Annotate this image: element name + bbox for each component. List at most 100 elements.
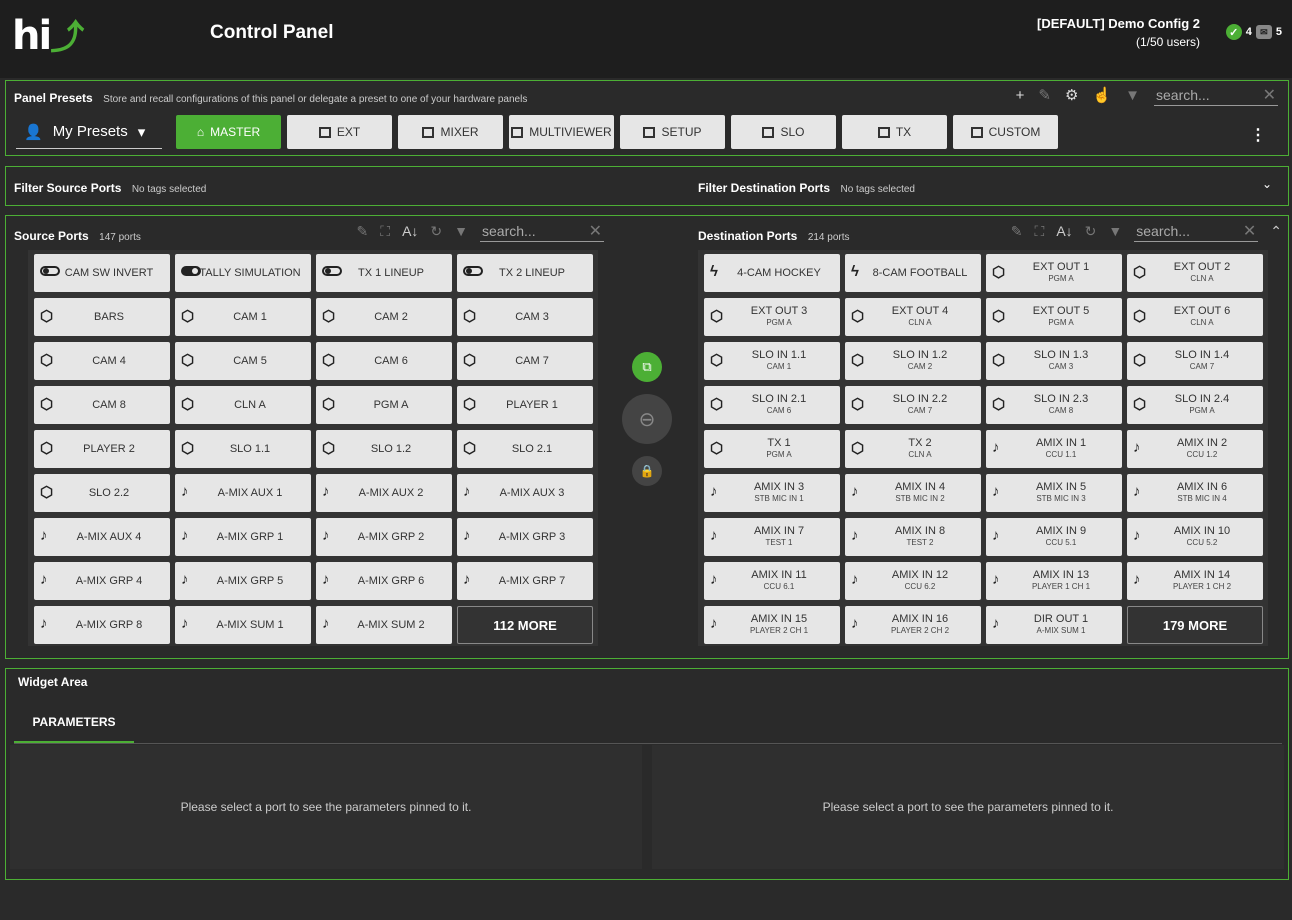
port-tile[interactable]: ⬡ SLO IN 2.1 CAM 6 [704,386,840,424]
port-tile[interactable]: ♪ A-MIX GRP 1 [175,518,311,556]
port-tile[interactable]: ⬡ EXT OUT 6 CLN A [1127,298,1263,336]
port-tile[interactable]: ϟ 8-CAM FOOTBALL [845,254,981,292]
refresh-icon[interactable]: ↻ [430,223,442,240]
port-tile[interactable]: ⬡ CAM 4 [34,342,170,380]
filter-source[interactable]: Filter Source Ports No tags selected [14,179,206,197]
port-tile[interactable]: ⬡ CAM 7 [457,342,593,380]
port-tile[interactable]: ⬡ BARS [34,298,170,336]
sort-az-icon[interactable]: A↓ [402,223,418,239]
port-tile[interactable]: ♪ AMIX IN 15 PLAYER 2 CH 1 [704,606,840,644]
port-tile[interactable]: ♪ AMIX IN 9 CCU 5.1 [986,518,1122,556]
filter-icon[interactable]: ▼ [454,223,468,239]
filter-destination[interactable]: Filter Destination Ports No tags selecte… [698,179,915,197]
port-tile[interactable]: ♪ A-MIX GRP 8 [34,606,170,644]
more-ports-button[interactable]: 179 MORE [1127,606,1263,644]
port-tile[interactable]: ⬡ TX 2 CLN A [845,430,981,468]
port-tile[interactable]: ϟ 4-CAM HOCKEY [704,254,840,292]
port-tile[interactable]: ⬡ SLO 2.1 [457,430,593,468]
port-tile[interactable]: ♪ A-MIX GRP 4 [34,562,170,600]
preset-master-button[interactable]: ⌂ MASTER [176,115,281,149]
preset-multiviewer-button[interactable]: MULTIVIEWER [509,115,614,149]
port-tile[interactable]: ⬡ SLO IN 2.3 CAM 8 [986,386,1122,424]
port-tile[interactable]: ♪ A-MIX GRP 2 [316,518,452,556]
preset-tx-button[interactable]: TX [842,115,947,149]
port-tile[interactable]: ⬡ SLO IN 1.2 CAM 2 [845,342,981,380]
port-tile[interactable]: ♪ A-MIX AUX 2 [316,474,452,512]
presets-search-input[interactable]: search... ✕ [1154,84,1278,106]
more-ports-button[interactable]: 112 MORE [457,606,593,644]
port-tile[interactable]: ⬡ CAM 1 [175,298,311,336]
clear-icon[interactable]: ✕ [1263,85,1276,105]
select-icon[interactable]: ⛶ [1035,223,1045,240]
port-tile[interactable]: ♪ AMIX IN 14 PLAYER 1 CH 2 [1127,562,1263,600]
port-tile[interactable]: ⬡ CAM 2 [316,298,452,336]
port-tile[interactable]: ♪ A-MIX AUX 3 [457,474,593,512]
port-tile[interactable]: ♪ AMIX IN 7 TEST 1 [704,518,840,556]
port-tile[interactable]: ♪ A-MIX SUM 2 [316,606,452,644]
port-tile[interactable]: ⬡ SLO 1.1 [175,430,311,468]
port-tile[interactable]: ♪ A-MIX GRP 3 [457,518,593,556]
port-tile[interactable]: ⬡ SLO IN 2.2 CAM 7 [845,386,981,424]
status-indicators[interactable]: ✓ 4 ✉ 5 [1225,24,1282,40]
port-tile[interactable]: ♪ A-MIX GRP 6 [316,562,452,600]
port-tile[interactable]: ⬡ PLAYER 1 [457,386,593,424]
user-settings-icon[interactable]: ⚙ [1065,86,1078,104]
port-tile[interactable]: ⬡ EXT OUT 4 CLN A [845,298,981,336]
chevron-up-icon[interactable]: ⌃ [1270,223,1282,240]
edit-icon[interactable]: ✎ [357,223,369,240]
tab-parameters[interactable]: PARAMETERS [14,703,134,743]
copy-add-icon[interactable]: ⧉ [632,352,662,382]
port-tile[interactable]: TALLY SIMULATION [175,254,311,292]
port-tile[interactable]: ⬡ PGM A [316,386,452,424]
port-tile[interactable]: TX 1 LINEUP [316,254,452,292]
port-tile[interactable]: ⬡ CAM 6 [316,342,452,380]
edit-icon[interactable]: ✎ [1011,223,1023,240]
preset-setup-button[interactable]: SETUP [620,115,725,149]
port-tile[interactable]: ♪ AMIX IN 16 PLAYER 2 CH 2 [845,606,981,644]
port-tile[interactable]: ♪ A-MIX GRP 5 [175,562,311,600]
port-tile[interactable]: ⬡ CAM 3 [457,298,593,336]
filter-icon[interactable]: ▼ [1125,87,1140,104]
port-tile[interactable]: ♪ DIR OUT 1 A-MIX SUM 1 [986,606,1122,644]
preset-slo-button[interactable]: SLO [731,115,836,149]
port-tile[interactable]: ♪ A-MIX AUX 4 [34,518,170,556]
refresh-icon[interactable]: ↻ [1085,223,1097,240]
port-tile[interactable]: ⬡ SLO IN 1.4 CAM 7 [1127,342,1263,380]
app-logo[interactable]: hi⤴ [12,10,84,59]
port-tile[interactable]: ♪ AMIX IN 3 STB MIC IN 1 [704,474,840,512]
port-tile[interactable]: ♪ AMIX IN 10 CCU 5.2 [1127,518,1263,556]
port-tile[interactable]: ⬡ EXT OUT 2 CLN A [1127,254,1263,292]
lock-icon[interactable]: 🔒 [632,456,662,486]
port-tile[interactable]: TX 2 LINEUP [457,254,593,292]
preset-ext-button[interactable]: EXT [287,115,392,149]
port-tile[interactable]: ♪ AMIX IN 4 STB MIC IN 2 [845,474,981,512]
port-tile[interactable]: ⬡ SLO 2.2 [34,474,170,512]
port-tile[interactable]: ⬡ SLO IN 1.1 CAM 1 [704,342,840,380]
port-tile[interactable]: ⬡ SLO IN 1.3 CAM 3 [986,342,1122,380]
port-tile[interactable]: ⬡ CLN A [175,386,311,424]
port-tile[interactable]: ♪ A-MIX AUX 1 [175,474,311,512]
clear-icon[interactable]: ✕ [1243,221,1256,241]
port-tile[interactable]: ⬡ CAM 8 [34,386,170,424]
sort-az-icon[interactable]: A↓ [1056,223,1072,239]
add-icon[interactable]: + [1016,87,1025,104]
port-tile[interactable]: ⬡ EXT OUT 1 PGM A [986,254,1122,292]
chevron-down-icon[interactable]: ⌄ [1262,177,1272,191]
edit-icon[interactable]: ✎ [1038,86,1051,104]
port-tile[interactable]: CAM SW INVERT [34,254,170,292]
port-tile[interactable]: ♪ AMIX IN 13 PLAYER 1 CH 1 [986,562,1122,600]
filter-icon[interactable]: ▼ [1108,223,1122,239]
port-tile[interactable]: ⬡ SLO IN 2.4 PGM A [1127,386,1263,424]
port-tile[interactable]: ♪ AMIX IN 6 STB MIC IN 4 [1127,474,1263,512]
port-tile[interactable]: ⬡ EXT OUT 3 PGM A [704,298,840,336]
port-tile[interactable]: ♪ AMIX IN 1 CCU 1.1 [986,430,1122,468]
preset-mixer-button[interactable]: MIXER [398,115,503,149]
port-tile[interactable]: ♪ A-MIX GRP 7 [457,562,593,600]
port-tile[interactable]: ♪ AMIX IN 8 TEST 2 [845,518,981,556]
port-tile[interactable]: ♪ AMIX IN 5 STB MIC IN 3 [986,474,1122,512]
port-tile[interactable]: ⬡ PLAYER 2 [34,430,170,468]
port-tile[interactable]: ⬡ EXT OUT 5 PGM A [986,298,1122,336]
link-icon[interactable]: ⊖ [622,394,672,444]
port-tile[interactable]: ⬡ CAM 5 [175,342,311,380]
more-vert-icon[interactable]: ⋮ [1250,125,1266,145]
